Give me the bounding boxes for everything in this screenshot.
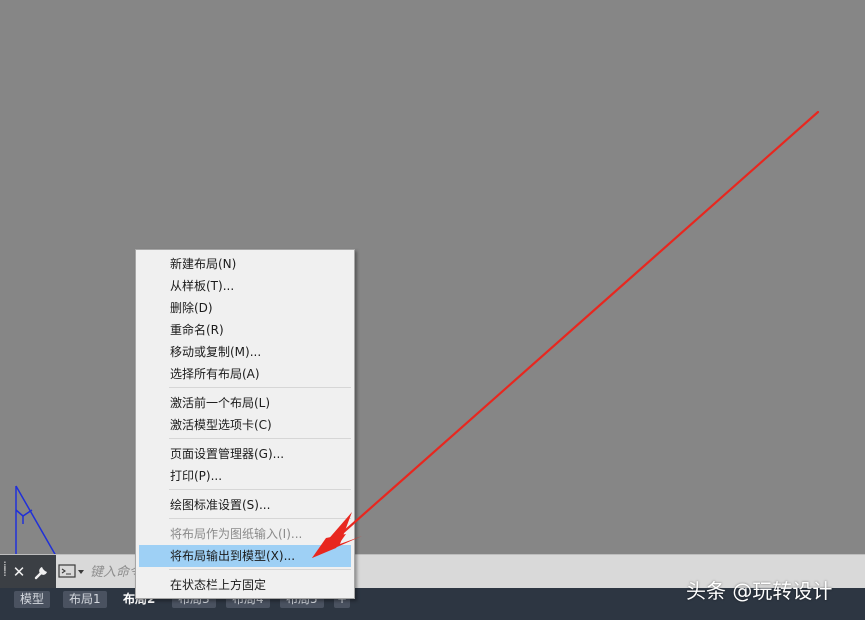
watermark: 头条 @玩转设计 <box>686 579 833 603</box>
ucs-icon <box>15 485 57 557</box>
menu-item-rename[interactable]: 重命名(R) <box>139 319 351 341</box>
menu-item-select-all-layouts[interactable]: 选择所有布局(A) <box>139 363 351 385</box>
menu-item-activate-model-tab[interactable]: 激活模型选项卡(C) <box>139 414 351 436</box>
menu-separator <box>169 518 351 519</box>
menu-item-export-layout-to-model[interactable]: 将布局输出到模型(X)... <box>139 545 351 567</box>
menu-item-plot[interactable]: 打印(P)... <box>139 465 351 487</box>
menu-item-delete[interactable]: 删除(D) <box>139 297 351 319</box>
menu-item-activate-previous-layout[interactable]: 激活前一个布局(L) <box>139 392 351 414</box>
close-icon[interactable]: ✕ <box>12 562 26 582</box>
menu-item-move-or-copy[interactable]: 移动或复制(M)... <box>139 341 351 363</box>
command-prompt-icon[interactable] <box>58 564 86 580</box>
menu-item-dock-above-status-bar[interactable]: 在状态栏上方固定 <box>139 574 351 596</box>
menu-item-drafting-standards[interactable]: 绘图标准设置(S)... <box>139 494 351 516</box>
menu-separator <box>169 489 351 490</box>
grip-icon[interactable]: ⁞ ⁞ <box>3 560 9 581</box>
menu-item-page-setup-manager[interactable]: 页面设置管理器(G)... <box>139 443 351 465</box>
drawing-canvas[interactable] <box>0 0 865 555</box>
menu-item-from-template[interactable]: 从样板(T)... <box>139 275 351 297</box>
menu-item-import-layout-as-sheet: 将布局作为图纸输入(I)... <box>170 527 303 541</box>
menu-separator <box>169 438 351 439</box>
tab-layout1[interactable]: 布局1 <box>63 591 107 608</box>
wrench-icon[interactable] <box>33 563 51 581</box>
menu-item-new-layout[interactable]: 新建布局(N) <box>139 253 351 275</box>
menu-separator <box>169 387 351 388</box>
menu-separator <box>169 569 351 570</box>
layout-context-menu: 新建布局(N) 从样板(T)... 删除(D) 重命名(R) 移动或复制(M).… <box>135 249 355 599</box>
tab-model[interactable]: 模型 <box>14 591 51 608</box>
command-line-tools: ⁞ ⁞ ✕ <box>0 555 56 589</box>
